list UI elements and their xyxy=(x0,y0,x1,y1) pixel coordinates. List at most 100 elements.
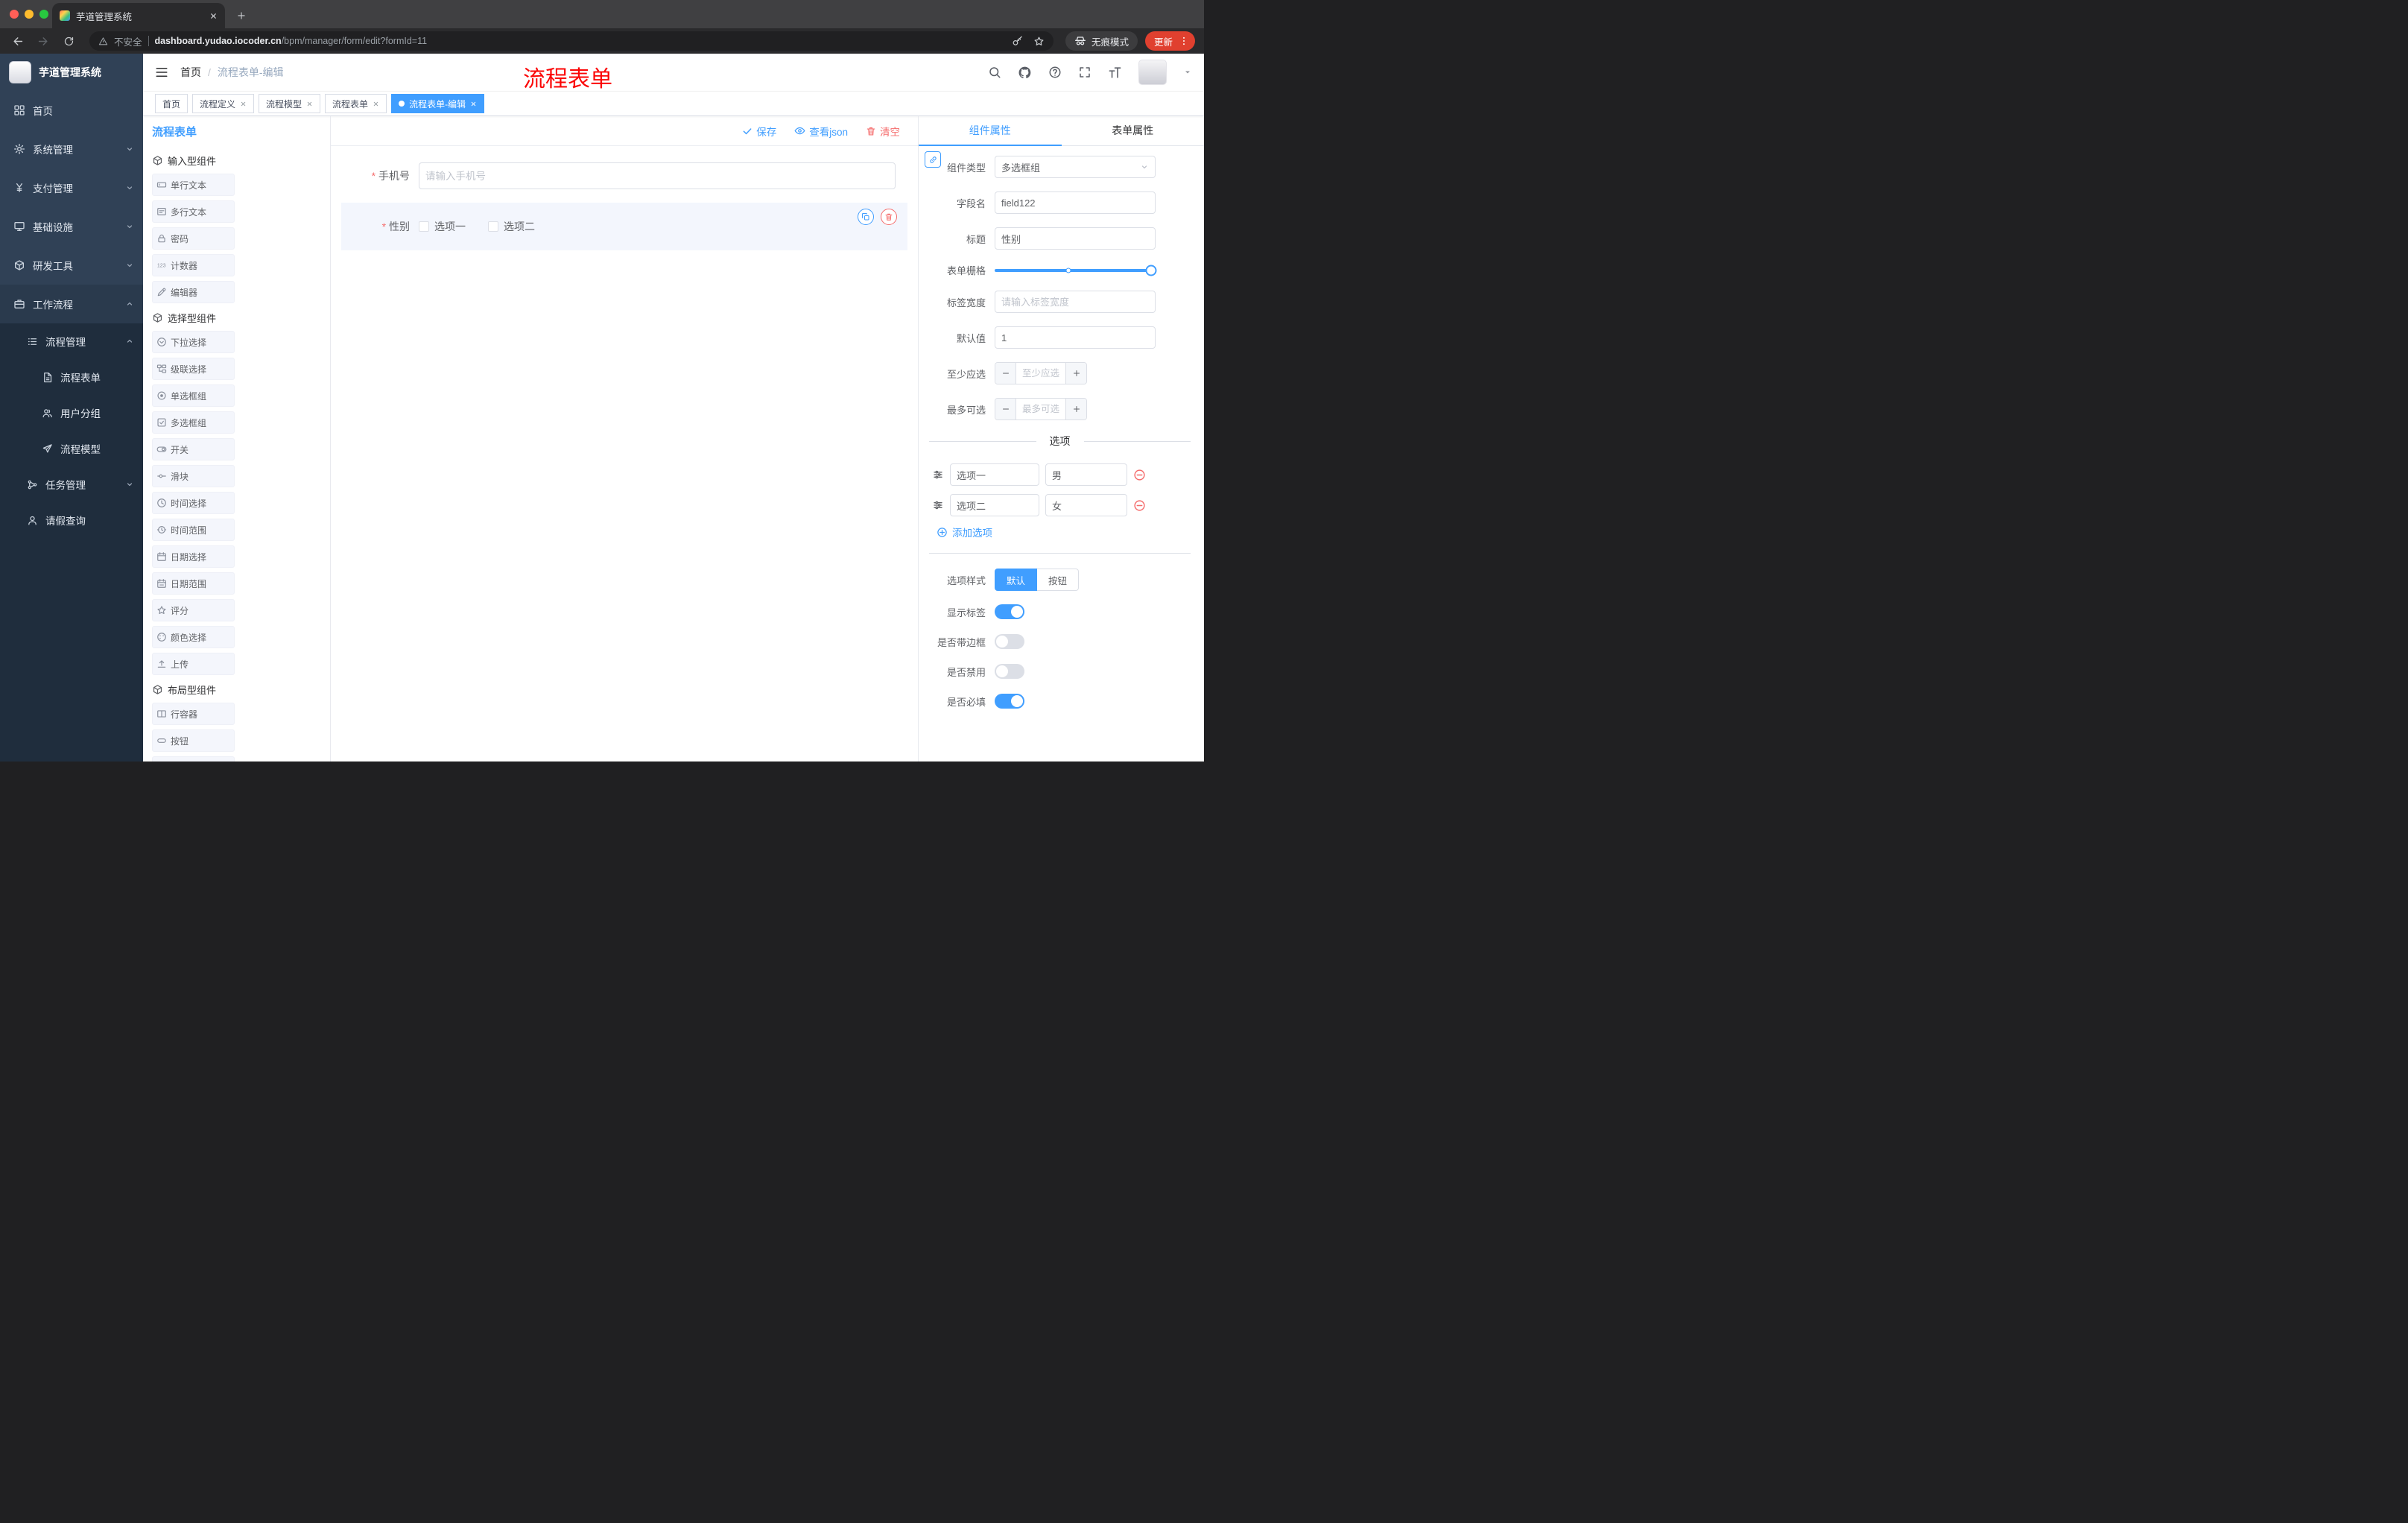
sidebar-item-process-form[interactable]: 流程表单 xyxy=(0,359,143,395)
avatar[interactable] xyxy=(1138,60,1167,85)
default-value-input[interactable] xyxy=(995,326,1156,349)
label-width-input[interactable] xyxy=(995,291,1156,313)
component-color[interactable]: 颜色选择 xyxy=(152,626,235,648)
style-button-button[interactable]: 按钮 xyxy=(1037,569,1080,591)
component-slider[interactable]: 滑块 xyxy=(152,465,235,487)
tag-close-icon[interactable] xyxy=(240,101,247,107)
tab-component-props[interactable]: 组件属性 xyxy=(919,116,1062,146)
remove-option-button[interactable] xyxy=(1133,499,1146,512)
view-json-button[interactable]: 查看json xyxy=(794,124,848,139)
bookmark-star-icon[interactable] xyxy=(1033,36,1045,47)
component-upload[interactable]: 上传 xyxy=(152,653,235,675)
font-size-button[interactable] xyxy=(1108,66,1122,80)
sidebar-item-devtools[interactable]: 研发工具 xyxy=(0,246,143,285)
sidebar-item-infra[interactable]: 基础设施 xyxy=(0,207,143,246)
component-counter[interactable]: 计数器 xyxy=(152,254,235,276)
update-button[interactable]: 更新 xyxy=(1144,31,1195,51)
style-default-button[interactable]: 默认 xyxy=(995,569,1038,591)
checkbox[interactable] xyxy=(419,221,429,232)
title-input[interactable] xyxy=(995,227,1156,250)
fullscreen-button[interactable] xyxy=(1078,66,1091,79)
min-select-input[interactable] xyxy=(1016,363,1065,384)
tab-form-props[interactable]: 表单属性 xyxy=(1062,116,1205,146)
option-2-value-input[interactable] xyxy=(1045,494,1127,516)
clear-button[interactable]: 清空 xyxy=(866,124,900,139)
browser-tab[interactable]: 芋道管理系统 xyxy=(52,3,225,28)
caret-down-icon[interactable] xyxy=(1183,68,1192,77)
component-single-text[interactable]: 单行文本 xyxy=(152,174,235,196)
decrease-button[interactable] xyxy=(995,399,1016,419)
address-bar[interactable]: 不安全 dashboard.yudao.iocoder.cn/bpm/manag… xyxy=(89,31,1054,51)
sidebar-item-system[interactable]: 系统管理 xyxy=(0,130,143,168)
link-button[interactable] xyxy=(925,151,941,168)
github-button[interactable] xyxy=(1018,66,1032,80)
border-switch[interactable] xyxy=(995,634,1024,649)
minimize-window-button[interactable] xyxy=(25,10,34,19)
new-tab-button[interactable] xyxy=(231,5,252,26)
tag-process-definition[interactable]: 流程定义 xyxy=(192,94,255,113)
option-2-name-input[interactable] xyxy=(950,494,1039,516)
component-radio-group[interactable]: 单选框组 xyxy=(152,384,235,407)
close-window-button[interactable] xyxy=(10,10,19,19)
sidebar-item-user-group[interactable]: 用户分组 xyxy=(0,395,143,431)
component-type-select[interactable]: 多选框组 xyxy=(995,156,1156,178)
tag-process-form-edit[interactable]: 流程表单-编辑 xyxy=(391,94,485,113)
phone-input[interactable] xyxy=(419,162,896,189)
remove-option-button[interactable] xyxy=(1133,469,1146,481)
increase-button[interactable] xyxy=(1065,363,1086,384)
component-row-container[interactable]: 行容器 xyxy=(152,703,235,725)
slider-handle[interactable] xyxy=(1145,265,1157,276)
component-table[interactable]: 表格[开发中] xyxy=(152,756,235,762)
tag-process-model[interactable]: 流程模型 xyxy=(259,94,321,113)
drag-handle-icon[interactable] xyxy=(932,499,944,511)
component-button[interactable]: 按钮 xyxy=(152,729,235,752)
sidebar-item-workflow[interactable]: 工作流程 xyxy=(0,285,143,323)
tag-process-form[interactable]: 流程表单 xyxy=(325,94,387,113)
widget-gender-selected[interactable]: 性别 选项一 选项二 xyxy=(341,203,907,250)
sidebar-item-process-mgmt[interactable]: 流程管理 xyxy=(0,323,143,359)
sidebar-item-task-mgmt[interactable]: 任务管理 xyxy=(0,466,143,502)
component-rate[interactable]: 评分 xyxy=(152,599,235,621)
required-switch[interactable] xyxy=(995,694,1024,709)
component-cascader[interactable]: 级联选择 xyxy=(152,358,235,380)
show-label-switch[interactable] xyxy=(995,604,1024,619)
component-date-range[interactable]: 日期范围 xyxy=(152,572,235,595)
key-icon[interactable] xyxy=(1012,36,1023,47)
tag-close-icon[interactable] xyxy=(470,101,477,107)
widget-phone[interactable]: 手机号 xyxy=(341,156,907,195)
sidebar-item-leave-query[interactable]: 请假查询 xyxy=(0,502,143,538)
gender-option-1[interactable]: 选项一 xyxy=(419,219,466,234)
component-checkbox-group[interactable]: 多选框组 xyxy=(152,411,235,434)
forward-button[interactable] xyxy=(34,32,52,50)
tag-close-icon[interactable] xyxy=(306,101,313,107)
disabled-switch[interactable] xyxy=(995,664,1024,679)
component-select[interactable]: 下拉选择 xyxy=(152,331,235,353)
component-time[interactable]: 时间选择 xyxy=(152,492,235,514)
decrease-button[interactable] xyxy=(995,363,1016,384)
kebab-menu-icon[interactable] xyxy=(1179,36,1189,46)
sidebar-toggle-button[interactable] xyxy=(155,66,168,79)
component-password[interactable]: 密码 xyxy=(152,227,235,250)
back-button[interactable] xyxy=(9,32,27,50)
field-name-input[interactable] xyxy=(995,191,1156,214)
breadcrumb-home[interactable]: 首页 xyxy=(180,65,201,80)
sidebar-item-payment[interactable]: 支付管理 xyxy=(0,168,143,207)
reload-button[interactable] xyxy=(60,32,77,50)
tag-close-icon[interactable] xyxy=(373,101,379,107)
increase-button[interactable] xyxy=(1065,399,1086,419)
component-date[interactable]: 日期选择 xyxy=(152,545,235,568)
option-1-name-input[interactable] xyxy=(950,463,1039,486)
sidebar-item-process-model[interactable]: 流程模型 xyxy=(0,431,143,466)
gender-option-2[interactable]: 选项二 xyxy=(488,219,535,234)
sidebar-item-home[interactable]: 首页 xyxy=(0,91,143,130)
zoom-window-button[interactable] xyxy=(39,10,48,19)
search-button[interactable] xyxy=(988,66,1001,79)
tag-home[interactable]: 首页 xyxy=(155,94,188,113)
copy-widget-button[interactable] xyxy=(858,209,874,225)
save-button[interactable]: 保存 xyxy=(742,124,776,139)
grid-slider[interactable] xyxy=(995,265,1157,276)
checkbox[interactable] xyxy=(488,221,498,232)
option-1-value-input[interactable] xyxy=(1045,463,1127,486)
tab-close-icon[interactable] xyxy=(209,12,218,20)
drag-handle-icon[interactable] xyxy=(932,469,944,481)
